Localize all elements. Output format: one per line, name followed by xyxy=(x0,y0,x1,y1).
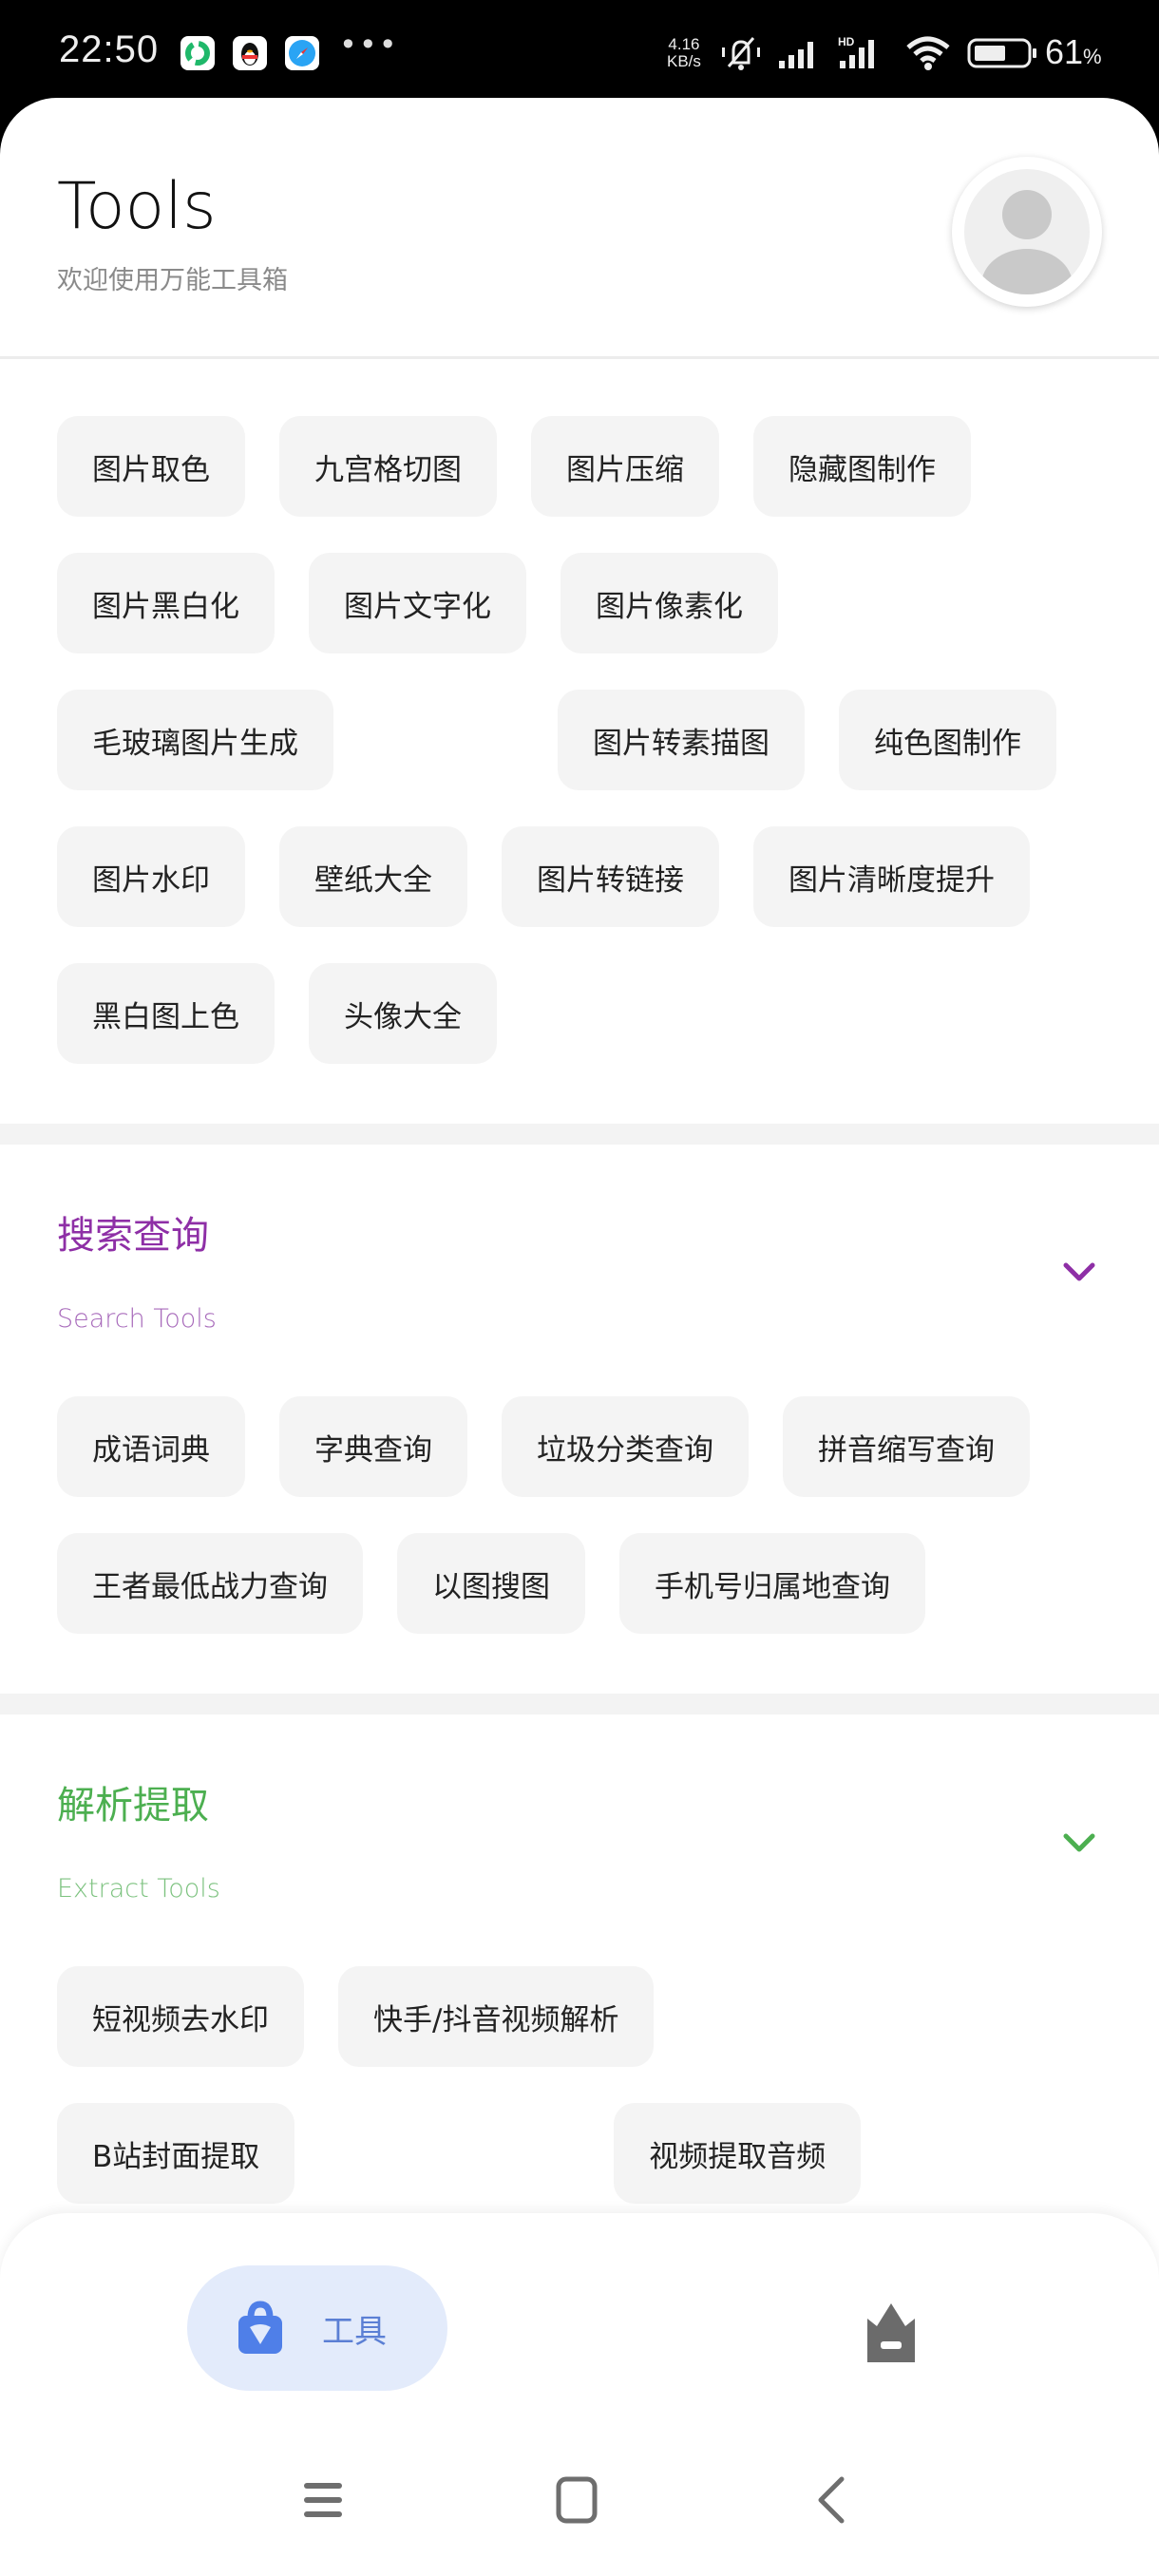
section-subtitle-search: Search Tools xyxy=(57,1304,217,1334)
tool-chip[interactable]: 毛玻璃图片生成 xyxy=(57,690,333,790)
tool-chip[interactable]: 图片水印 xyxy=(57,826,245,927)
section-divider xyxy=(0,1124,1159,1145)
network-speed: 4.16 KB/s xyxy=(667,36,701,70)
home-icon[interactable] xyxy=(555,2475,598,2525)
image-tools-list: 图片取色 九宫格切图 图片压缩 隐藏图制作 图片黑白化 图片文字化 图片像素化 … xyxy=(57,416,1112,1064)
back-icon[interactable] xyxy=(813,2475,847,2525)
tool-chip[interactable]: 图片清晰度提升 xyxy=(753,826,1030,927)
tool-chip[interactable]: 视频提取音频 xyxy=(614,2103,862,2204)
status-bar: 22:50 ••• 4.16 KB/s HD 61% xyxy=(0,0,1159,100)
tool-chip[interactable]: 隐藏图制作 xyxy=(753,416,971,517)
tool-chip[interactable]: 拼音缩写查询 xyxy=(783,1396,1030,1497)
chevron-down-icon[interactable] xyxy=(1062,1832,1096,1855)
more-notifications-indicator: ••• xyxy=(339,27,399,63)
tool-chip[interactable]: 垃圾分类查询 xyxy=(502,1396,749,1497)
tool-chip[interactable]: 图片黑白化 xyxy=(57,553,275,653)
tool-chip[interactable]: 短视频去水印 xyxy=(57,1966,304,2067)
user-placeholder-icon xyxy=(964,169,1090,294)
tool-chip[interactable]: 快手/抖音视频解析 xyxy=(338,1966,655,2067)
network-speed-unit: KB/s xyxy=(667,52,701,70)
cellular-signal-icon xyxy=(777,34,825,76)
tool-chip[interactable]: 字典查询 xyxy=(279,1396,467,1497)
svg-text:HD: HD xyxy=(838,35,855,48)
shopping-bag-icon xyxy=(238,2301,282,2354)
battery-icon xyxy=(967,34,1039,76)
status-time: 22:50 xyxy=(59,28,160,70)
tool-chip[interactable]: 纯色图制作 xyxy=(839,690,1056,790)
tool-chip[interactable]: 九宫格切图 xyxy=(279,416,497,517)
tool-chip[interactable]: 图片转素描图 xyxy=(558,690,805,790)
search-tools-list: 成语词典 字典查询 垃圾分类查询 拼音缩写查询 王者最低战力查询 以图搜图 手机… xyxy=(57,1396,1112,1634)
chevron-down-icon[interactable] xyxy=(1062,1261,1096,1284)
tool-chip[interactable]: 头像大全 xyxy=(309,963,497,1064)
page-title: Tools xyxy=(57,169,217,244)
crown-icon[interactable] xyxy=(860,2303,922,2366)
qq-icon xyxy=(233,36,267,70)
tools-page: Tools 欢迎使用万能工具箱 图片取色 九宫格切图 图片压缩 隐藏图制作 图片… xyxy=(0,98,1159,2576)
network-speed-value: 4.16 xyxy=(668,35,700,53)
tool-chip[interactable]: 手机号归属地查询 xyxy=(619,1533,925,1634)
section-subtitle-extract: Extract Tools xyxy=(57,1874,220,1904)
menu-icon[interactable] xyxy=(302,2479,344,2521)
section-title-search: 搜索查询 xyxy=(57,1214,209,1258)
browser-compass-icon xyxy=(285,36,319,70)
avatar[interactable] xyxy=(952,157,1102,307)
battery-percent: 61% xyxy=(1045,32,1102,71)
mute-bell-icon xyxy=(717,34,765,76)
tool-chip[interactable]: 图片转链接 xyxy=(502,826,719,927)
nav-item-tools[interactable]: 工具 xyxy=(187,2265,447,2391)
sync-app-icon xyxy=(180,36,215,70)
tool-chip[interactable]: 壁纸大全 xyxy=(279,826,467,927)
tool-chip[interactable]: B站封面提取 xyxy=(57,2103,295,2204)
tool-chip[interactable]: 王者最低战力查询 xyxy=(57,1533,363,1634)
tool-chip[interactable]: 图片压缩 xyxy=(531,416,719,517)
bottom-navigation: 工具 xyxy=(0,2213,1159,2576)
tool-chip[interactable]: 以图搜图 xyxy=(397,1533,585,1634)
nav-item-tools-label: 工具 xyxy=(322,2312,387,2351)
tool-chip[interactable]: 图片取色 xyxy=(57,416,245,517)
page-subtitle: 欢迎使用万能工具箱 xyxy=(57,266,288,295)
page-header: Tools 欢迎使用万能工具箱 xyxy=(0,98,1159,359)
tool-chip[interactable]: 图片像素化 xyxy=(560,553,778,653)
section-title-extract: 解析提取 xyxy=(57,1784,209,1828)
section-divider xyxy=(0,1694,1159,1714)
wifi-icon xyxy=(904,34,954,76)
tool-chip[interactable]: 图片文字化 xyxy=(309,553,526,653)
tool-chip[interactable]: 黑白图上色 xyxy=(57,963,275,1064)
tool-chip[interactable]: 成语词典 xyxy=(57,1396,245,1497)
cellular-hd-signal-icon: HD xyxy=(838,34,895,76)
